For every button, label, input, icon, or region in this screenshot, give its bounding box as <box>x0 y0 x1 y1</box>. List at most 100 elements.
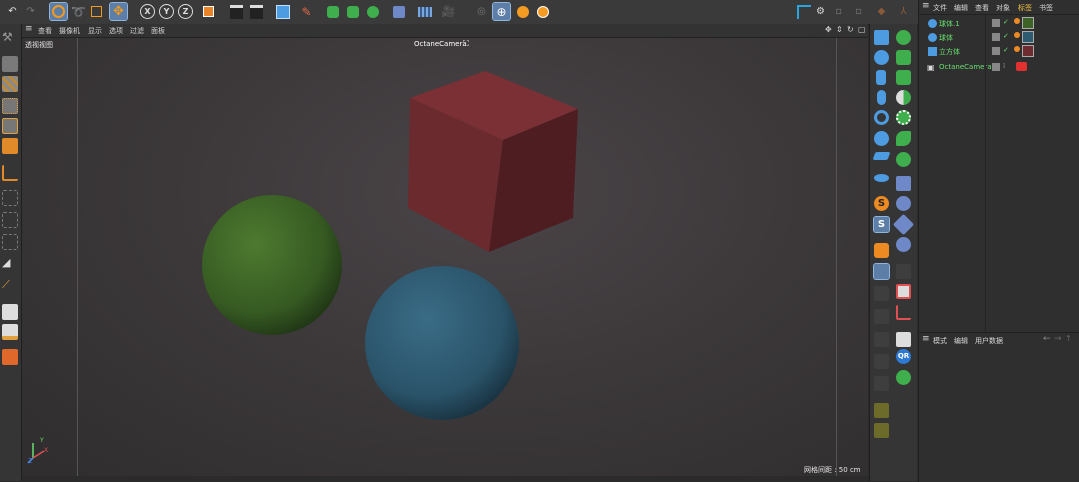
z-axis-button[interactable]: Z <box>177 3 194 20</box>
disabled-tool-b-icon[interactable] <box>874 309 889 324</box>
perspective-viewport[interactable]: 透视视图 OctaneCamera ⛶ Y X Z 网格间距: 50 cm <box>22 38 868 476</box>
object-row-sphere-1[interactable]: 球体.1 ✓ <box>919 17 1079 30</box>
visibility-check-icon[interactable]: ✓ <box>1003 18 1009 26</box>
disabled-tool-g-icon[interactable] <box>874 423 889 438</box>
document-icon[interactable] <box>2 304 18 320</box>
edge-mode-icon[interactable] <box>2 118 18 134</box>
om-menu-tags[interactable]: 标签 <box>1018 3 1032 13</box>
globe-button[interactable]: ⊕ <box>492 2 511 21</box>
joint-icon[interactable]: ⅄ <box>895 3 912 20</box>
object-row-sphere[interactable]: 球体 ✓ <box>919 31 1079 44</box>
polygon-mode-icon[interactable] <box>2 138 18 154</box>
disabled-tool-d-icon[interactable] <box>874 354 889 369</box>
deformer-1-icon[interactable] <box>896 176 911 191</box>
object-name[interactable]: OctaneCamera <box>939 63 992 71</box>
material-tag-icon[interactable] <box>1022 45 1034 57</box>
undo-icon[interactable]: ↶ <box>4 3 21 20</box>
object-name[interactable]: 球体.1 <box>939 19 960 29</box>
point-mode-icon[interactable] <box>2 98 18 114</box>
green-generator-3-icon[interactable] <box>896 70 911 85</box>
material-tag-icon[interactable] <box>1022 31 1034 43</box>
visibility-dots-icon[interactable]: ⁞ <box>1003 62 1005 70</box>
object-name[interactable]: 球体 <box>939 33 953 43</box>
capsule-primitive-icon[interactable] <box>877 90 886 105</box>
visibility-check-icon[interactable]: ✓ <box>1003 46 1009 54</box>
om-menu-edit[interactable]: 编辑 <box>954 3 968 13</box>
om-menu-view[interactable]: 查看 <box>975 3 989 13</box>
phong-tag-icon[interactable] <box>1014 46 1020 52</box>
cylinder-primitive-icon[interactable] <box>876 70 886 85</box>
phong-tag-icon[interactable] <box>1014 18 1020 24</box>
snap-1-icon[interactable] <box>2 190 18 206</box>
viewport-menu-handle-icon[interactable]: ≡ <box>25 24 33 34</box>
environment-button[interactable] <box>390 3 407 20</box>
layer-toggle-icon[interactable] <box>992 19 1000 27</box>
am-menu-edit[interactable]: 编辑 <box>954 336 968 346</box>
green-generator-1-icon[interactable] <box>896 30 911 45</box>
layer-toggle-icon[interactable] <box>992 47 1000 55</box>
disabled-tool-a-icon[interactable] <box>874 286 889 301</box>
disabled-tool-e-icon[interactable] <box>874 376 889 391</box>
move-tool-button[interactable]: ✥ <box>109 2 128 21</box>
snap-3-icon[interactable] <box>2 234 18 250</box>
layer-toggle-icon[interactable] <box>992 63 1000 71</box>
sphere-primitive-icon[interactable] <box>874 50 889 65</box>
green-sphere[interactable] <box>202 195 342 335</box>
green-generator-7-icon[interactable] <box>896 152 911 167</box>
material-tag-icon[interactable] <box>1022 17 1034 29</box>
y-axis-button[interactable]: Y <box>158 3 175 20</box>
light-target-button[interactable] <box>534 3 551 20</box>
camera-button[interactable]: 🎥 <box>440 3 457 20</box>
green-x-icon[interactable] <box>896 370 911 385</box>
subdivision-button[interactable] <box>324 3 341 20</box>
axis-mode-icon[interactable] <box>2 165 18 181</box>
object-row-cube[interactable]: 立方体 ✓ <box>919 45 1079 58</box>
up-arrow-icon[interactable]: ↑ <box>1065 334 1072 343</box>
rect-select-tool-button[interactable] <box>88 3 105 20</box>
deformer-4-icon[interactable] <box>896 237 911 252</box>
om-menu-bookmarks[interactable]: 书签 <box>1039 3 1053 13</box>
character-icon[interactable]: ◆ <box>873 3 890 20</box>
viewport-zoom-icon[interactable]: ⇕ <box>836 25 843 34</box>
workplane-icon[interactable]: ◢ <box>2 256 18 272</box>
checklist-icon[interactable] <box>896 284 911 299</box>
viewport-maximize-icon[interactable]: ▢ <box>858 25 866 34</box>
snap-2-icon[interactable] <box>2 212 18 228</box>
floor-button[interactable] <box>416 3 433 20</box>
light-sphere-button[interactable] <box>514 3 531 20</box>
attribute-manager-handle-icon[interactable]: ≡ <box>922 334 930 344</box>
object-name[interactable]: 立方体 <box>939 47 960 57</box>
settings-gear-icon[interactable]: ⚙ <box>812 3 829 20</box>
phong-tag-icon[interactable] <box>1014 32 1020 38</box>
folder-icon[interactable] <box>2 349 18 365</box>
coordinates-icon[interactable] <box>896 305 911 320</box>
octane-s-button-1[interactable]: S <box>874 196 889 211</box>
object-row-octane-camera[interactable]: ▣ OctaneCamera ⁞ <box>919 61 1079 74</box>
viewport-rotate-icon[interactable]: ↻ <box>847 25 854 34</box>
layout-button[interactable] <box>795 3 812 20</box>
viewport-menu-view[interactable]: 查看 <box>38 26 52 36</box>
om-menu-file[interactable]: 文件 <box>933 3 947 13</box>
deformer-button[interactable] <box>364 3 381 20</box>
green-generator-6-icon[interactable] <box>896 131 911 146</box>
render-region-button[interactable] <box>228 3 245 20</box>
deformer-3-icon[interactable] <box>892 213 915 236</box>
cube-object-button[interactable] <box>274 3 291 20</box>
am-menu-user-data[interactable]: 用户数据 <box>975 336 1003 346</box>
red-cube[interactable] <box>408 71 578 252</box>
platonic-primitive-icon[interactable] <box>874 131 889 146</box>
octane-selected-tool-icon[interactable] <box>873 263 890 280</box>
deformer-2-icon[interactable] <box>896 196 911 211</box>
visibility-check-icon[interactable]: ✓ <box>1003 32 1009 40</box>
disabled-tool-c-icon[interactable] <box>874 332 889 347</box>
viewport-pan-icon[interactable]: ✥ <box>825 25 832 34</box>
blue-sphere[interactable] <box>365 266 519 420</box>
viewport-menu-options[interactable]: 选项 <box>109 26 123 36</box>
viewport-menu-display[interactable]: 显示 <box>88 26 102 36</box>
green-generator-2-icon[interactable] <box>896 50 911 65</box>
viewport-menu-panel[interactable]: 面板 <box>151 26 165 36</box>
viewport-menu-filter[interactable]: 过滤 <box>130 26 144 36</box>
octane-tool-icon[interactable] <box>874 243 889 258</box>
disabled-tool-icon[interactable]: ◎ <box>473 3 490 20</box>
am-menu-mode[interactable]: 模式 <box>933 336 947 346</box>
